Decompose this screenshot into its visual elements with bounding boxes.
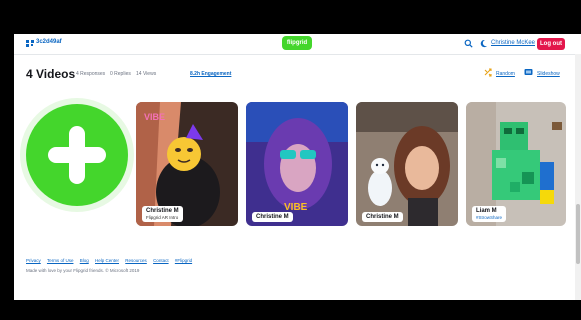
moon-icon[interactable]: [479, 39, 488, 48]
video-card[interactable]: Christine M: [356, 102, 458, 226]
svg-text:VIBE: VIBE: [144, 112, 165, 122]
qr-code-icon: [26, 40, 34, 47]
search-icon[interactable]: [464, 39, 473, 48]
footer-link-terms[interactable]: Terms of Use: [47, 258, 74, 263]
scrollbar[interactable]: [575, 54, 581, 300]
footer-links: Privacy Terms of Use Blog Help Center Re…: [26, 258, 197, 263]
logout-button[interactable]: Log out: [537, 38, 565, 50]
card-label: Christine M: [362, 212, 403, 222]
footer-link-help[interactable]: Help Center: [95, 258, 119, 263]
page-title: 4 Videos: [26, 67, 76, 81]
user-name-link[interactable]: Christine McKee: [491, 40, 535, 46]
author-name: Christine M: [146, 208, 179, 214]
author-name: Christine M: [366, 214, 399, 220]
add-video-button[interactable]: [26, 104, 128, 206]
replies-count: 0 Replies: [110, 71, 131, 77]
video-card[interactable]: VIBE Christine M Flipgrid AR Intro: [136, 102, 238, 226]
plus-icon: [48, 126, 106, 184]
random-link[interactable]: Random: [496, 71, 515, 77]
footer-link-privacy[interactable]: Privacy: [26, 258, 41, 263]
slideshow-link[interactable]: Slideshow: [537, 71, 560, 77]
card-label: Christine M: [252, 212, 293, 222]
video-card[interactable]: VIBE Christine M: [246, 102, 348, 226]
flipgrid-logo[interactable]: flipgrid: [282, 36, 312, 50]
responses-count: 4 Responses: [76, 71, 106, 77]
engagement-link[interactable]: 8.2h Engagement: [190, 71, 231, 77]
video-thumbnail: [356, 102, 458, 226]
footer-copyright: Made with love by your Flipgrid friends.…: [26, 268, 140, 273]
shuffle-icon[interactable]: [484, 68, 493, 77]
join-code[interactable]: 3c2d49af: [36, 39, 62, 45]
video-hashtag: #StrowShare: [476, 215, 503, 220]
author-name: Christine M: [256, 214, 289, 220]
footer-link-blog[interactable]: Blog: [80, 258, 89, 263]
author-name: Liam M: [476, 208, 497, 214]
scrollbar-thumb[interactable]: [576, 204, 580, 264]
footer-link-hashtag[interactable]: #Flipgrid: [175, 258, 192, 263]
video-title: Flipgrid AR Intro: [146, 215, 179, 220]
card-label: Liam M #StrowShare: [472, 206, 507, 222]
footer-link-contact[interactable]: Contact: [153, 258, 169, 263]
views-count: 14 Views: [136, 71, 157, 77]
card-label: Christine M Flipgrid AR Intro: [142, 206, 183, 222]
slideshow-icon[interactable]: [524, 68, 533, 77]
top-bar: 3c2d49af flipgrid Christine McKee Log ou…: [14, 34, 581, 55]
app-window: 3c2d49af flipgrid Christine McKee Log ou…: [14, 34, 581, 300]
footer-link-resources[interactable]: Resources: [125, 258, 147, 263]
video-card[interactable]: Liam M #StrowShare: [466, 102, 566, 226]
video-thumbnail: VIBE: [246, 102, 348, 226]
